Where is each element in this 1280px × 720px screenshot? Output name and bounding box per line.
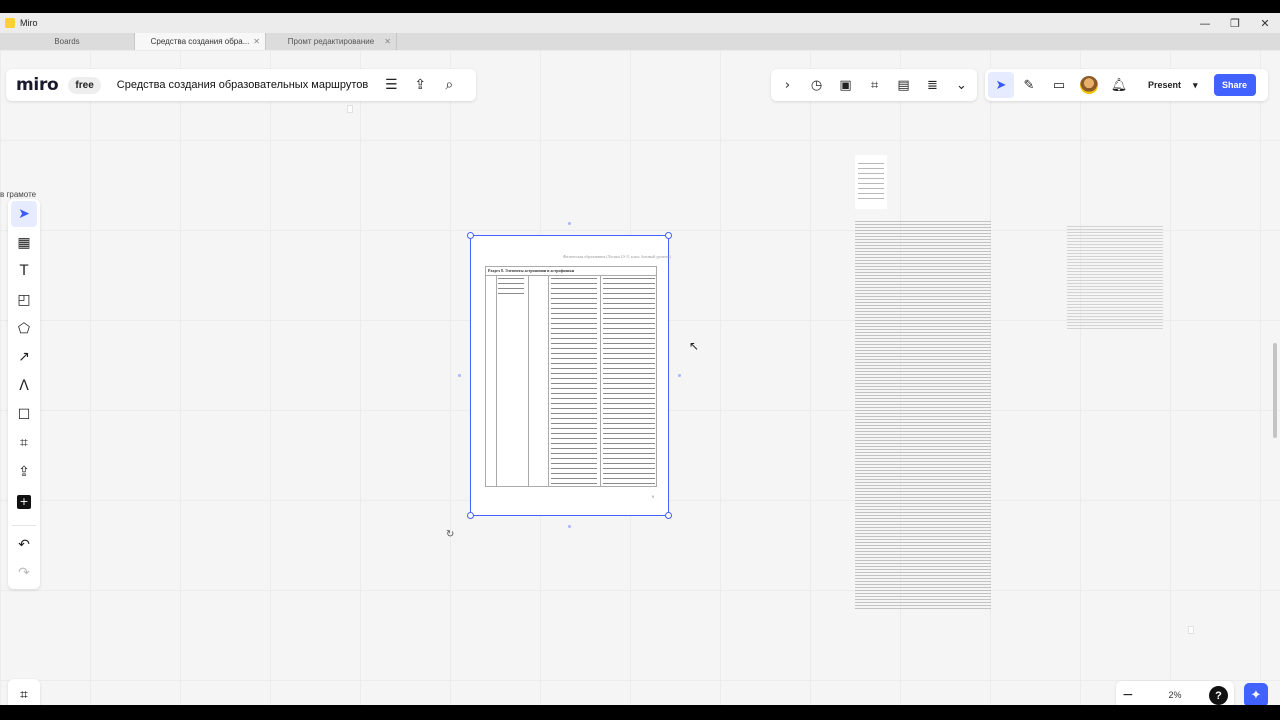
- sticky-note-icon[interactable]: ◰: [11, 287, 37, 313]
- redo-icon[interactable]: ↷: [11, 560, 37, 586]
- miro-window: Miro — ❐ ✕ Boards Средства создания обра…: [0, 13, 1280, 705]
- ai-assist-icon[interactable]: ✦: [1244, 683, 1268, 705]
- chevron-right-icon[interactable]: ›: [773, 69, 802, 101]
- mouse-cursor-icon: ↖: [689, 339, 700, 353]
- template-icon[interactable]: ▦: [11, 230, 37, 256]
- tab-current-board[interactable]: Средства создания обра... ✕: [135, 33, 266, 50]
- timer-icon[interactable]: ◷: [802, 69, 831, 101]
- table-divider: [486, 275, 656, 276]
- maximize-button[interactable]: ❐: [1220, 13, 1250, 33]
- document-text-block[interactable]: [855, 221, 991, 609]
- miro-app-icon: [5, 18, 15, 28]
- connection-point[interactable]: [568, 222, 571, 225]
- resize-handle[interactable]: [665, 232, 672, 239]
- board-header-panel: miro free Средства создания образователь…: [6, 69, 476, 101]
- document-text-block[interactable]: [1067, 226, 1163, 330]
- cell-text: [551, 278, 597, 485]
- page-number: 9: [651, 494, 654, 499]
- miro-logo[interactable]: miro: [16, 75, 59, 95]
- rotate-icon[interactable]: ↻: [446, 529, 454, 540]
- reactions-icon[interactable]: ✎: [1014, 69, 1044, 101]
- share-button[interactable]: Share: [1213, 74, 1256, 96]
- avatar[interactable]: [1080, 76, 1098, 94]
- close-icon[interactable]: ✕: [384, 37, 391, 46]
- tab-label: Промт редактирование: [287, 37, 375, 46]
- resize-handle[interactable]: [467, 512, 474, 519]
- export-icon[interactable]: ⇪: [406, 69, 435, 101]
- cell-text: [498, 278, 524, 298]
- selected-document-page[interactable]: Физическая образования (Логика 10-11 кла…: [467, 232, 672, 519]
- creation-toolbar: ➤ ▦ T ◰ ⬠ ↗ Λ ☐ ⌗ ⇪ + ↶ ↷: [8, 199, 40, 589]
- present-label: Present: [1148, 80, 1182, 90]
- pen-icon[interactable]: Λ: [11, 373, 37, 399]
- capture-icon[interactable]: ⌗: [860, 69, 889, 101]
- chevron-down-icon[interactable]: ▾: [1193, 80, 1198, 91]
- zoom-level[interactable]: 2%: [1168, 690, 1181, 700]
- notes-icon[interactable]: ≣: [918, 69, 947, 101]
- document-thumbnail[interactable]: [855, 155, 887, 209]
- search-icon[interactable]: ⌕: [435, 69, 464, 101]
- offscreen-text: в грамоте: [0, 190, 37, 199]
- plan-badge[interactable]: free: [68, 76, 101, 94]
- toolbar-divider: [12, 524, 36, 526]
- window-title: Miro: [20, 18, 38, 28]
- table-column: [496, 275, 497, 486]
- small-sticky-note[interactable]: [347, 105, 353, 113]
- voting-icon[interactable]: ▣: [831, 69, 860, 101]
- upload-icon[interactable]: ⇪: [11, 459, 37, 485]
- select-tool-icon[interactable]: ➤: [11, 201, 37, 227]
- table-column: [600, 275, 601, 486]
- table-column: [528, 275, 529, 486]
- counter-icon[interactable]: ▤: [889, 69, 918, 101]
- frames-button[interactable]: ⌗: [8, 679, 40, 705]
- tab-label: Средства создания обра...: [150, 37, 250, 46]
- resize-handle[interactable]: [665, 512, 672, 519]
- comment-icon[interactable]: ☐: [11, 402, 37, 428]
- tab-bar: Boards Средства создания обра... ✕ Промт…: [0, 33, 1280, 50]
- connection-point[interactable]: [458, 374, 461, 377]
- connection-point[interactable]: [678, 374, 681, 377]
- frame-icon[interactable]: ⌗: [11, 431, 37, 457]
- tab-boards[interactable]: Boards: [0, 33, 135, 50]
- vertical-scrollbar[interactable]: [1273, 343, 1277, 438]
- connection-point[interactable]: [568, 525, 571, 528]
- minimize-button[interactable]: —: [1190, 13, 1220, 33]
- plus-icon[interactable]: +: [17, 494, 31, 509]
- arrow-icon[interactable]: ↗: [11, 344, 37, 370]
- present-button[interactable]: Present ▾: [1142, 80, 1204, 91]
- window-titlebar: Miro — ❐ ✕: [0, 13, 1280, 33]
- table-caption: Раздел 8. Элементы астрономии и астрофиз…: [488, 268, 575, 273]
- bell-icon[interactable]: 🔔︎: [1104, 69, 1134, 101]
- document-table: Раздел 8. Элементы астрономии и астрофиз…: [485, 266, 657, 487]
- document-header: Физическая образования (Логика 10-11 кла…: [563, 254, 672, 259]
- help-button[interactable]: ?: [1209, 686, 1228, 705]
- undo-icon[interactable]: ↶: [11, 532, 37, 558]
- board-title[interactable]: Средства создания образовательных маршру…: [117, 79, 377, 91]
- small-sticky-note[interactable]: [1188, 626, 1194, 634]
- close-icon[interactable]: ✕: [253, 37, 260, 46]
- thumb-text: [858, 163, 884, 203]
- resize-handle[interactable]: [467, 232, 474, 239]
- tab-label: Boards: [54, 37, 80, 46]
- more-icon[interactable]: ⌄: [947, 69, 976, 101]
- frame-icon: ⌗: [20, 687, 28, 703]
- table-column: [548, 275, 549, 486]
- cell-text: [603, 278, 655, 485]
- board-tools-panel: › ◷ ▣ ⌗ ▤ ≣ ⌄: [771, 69, 977, 101]
- text-icon[interactable]: T: [11, 258, 37, 284]
- zoom-out-icon[interactable]: −: [1122, 687, 1134, 703]
- comment-icon[interactable]: ▭: [1044, 69, 1074, 101]
- menu-icon[interactable]: ☰: [377, 69, 406, 101]
- cursor-icon[interactable]: ➤: [988, 72, 1014, 98]
- shapes-icon[interactable]: ⬠: [11, 316, 37, 342]
- window-controls: — ❐ ✕: [1190, 13, 1280, 33]
- close-window-button[interactable]: ✕: [1250, 13, 1280, 33]
- collaboration-panel: ➤ ✎ ▭ 🔔︎ Present ▾ Share: [985, 69, 1268, 101]
- tab-prompt-editing[interactable]: Промт редактирование ✕: [266, 33, 397, 50]
